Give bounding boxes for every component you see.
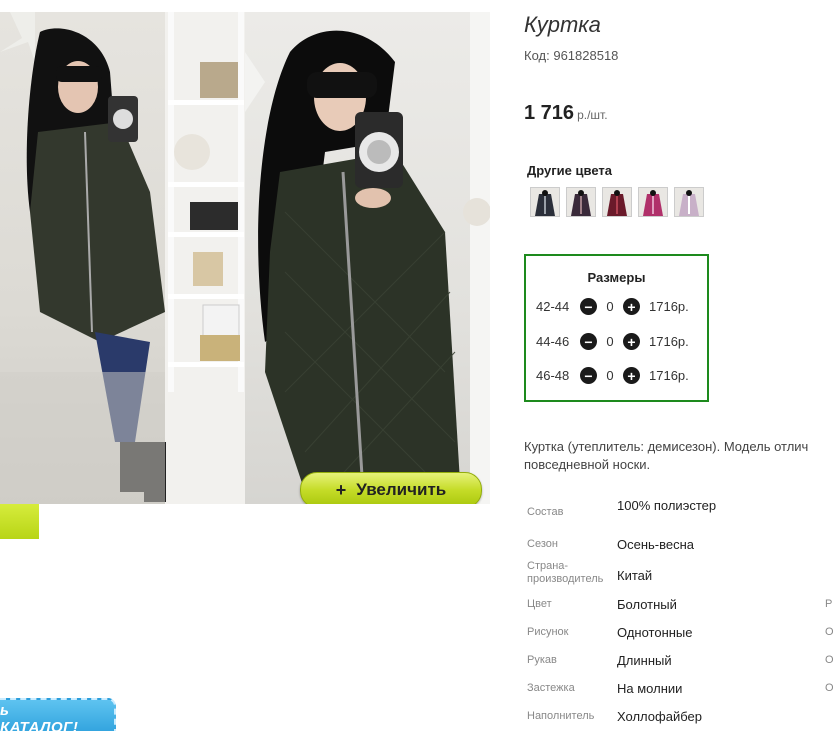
product-code: Код: 961828518 [524,48,618,63]
spec-label: Наполнитель [527,710,595,722]
plus-icon: + [335,479,347,500]
plus-circle-icon[interactable]: + [623,367,640,384]
spec-value: Болотный [617,597,677,612]
spec-label: Состав [527,506,564,518]
catalog-button[interactable]: ь КАТАЛОГ! [0,698,116,731]
spec-value: Длинный [617,653,672,668]
spec-value: На молнии [617,681,683,696]
color-swatch[interactable] [674,187,704,217]
spec-value: Однотонные [617,625,693,640]
color-swatch[interactable] [638,187,668,217]
spec-value: Холлофайбер [617,709,702,724]
plus-circle-icon[interactable]: + [623,298,640,315]
plus-circle-icon[interactable]: + [623,333,640,350]
spec-value: Осень-весна [617,537,695,552]
minus-circle-icon[interactable]: − [580,298,597,315]
spec-label: Застежка [527,682,575,694]
product-code-value: 961828518 [553,48,619,63]
size-label: 44-46 [536,334,570,349]
other-colors-title: Другие цвета [527,163,612,178]
photo-right-illustration [245,12,490,504]
price-unit: р./шт. [577,108,608,122]
sizes-panel: Размеры 42-44 − 0 + 1716р. 44-46 − 0 + 1… [524,254,709,402]
description-line: повседневной носки. [524,457,651,472]
color-swatch[interactable] [602,187,632,217]
size-row: 44-46 − 0 + 1716р. [536,333,689,350]
spec-label: Рисунок [527,626,569,638]
size-price: 1716р. [649,334,689,349]
product-price: 1 716 р./шт. [524,102,608,125]
size-quantity[interactable]: 0 [597,299,623,314]
product-photo[interactable]: + Увеличить [0,12,490,504]
spec-label: Страна-производитель [527,560,604,585]
spec-label: Рукав [527,654,557,666]
color-swatch[interactable] [530,187,560,217]
product-code-label: Код: [524,48,550,63]
size-price: 1716р. [649,299,689,314]
catalog-button-label: ь КАТАЛОГ! [0,702,79,731]
spec-extra: О [825,682,833,694]
spec-label: Цвет [527,598,552,610]
size-quantity[interactable]: 0 [597,334,623,349]
minus-circle-icon[interactable]: − [580,367,597,384]
side-green-button[interactable] [0,504,39,539]
photo-left-illustration [0,12,245,504]
spec-label: Сезон [527,538,558,550]
size-quantity[interactable]: 0 [597,368,623,383]
minus-circle-icon[interactable]: − [580,333,597,350]
product-photo-left [0,12,245,504]
spec-extra: О [825,626,833,638]
sizes-title: Размеры [587,270,646,285]
spec-value: 100% полиэстер [617,498,717,513]
spec-value: Китай [617,568,653,583]
color-swatches [530,187,704,217]
description-line: Куртка (утеплитель: демисезон). Модель о… [524,439,809,454]
spec-extra: Р [825,598,833,610]
zoom-button-label: Увеличить [356,480,447,499]
size-label: 42-44 [536,299,570,314]
size-row: 42-44 − 0 + 1716р. [536,298,689,315]
zoom-button[interactable]: + Увеличить [300,472,482,504]
spec-extra: О [825,654,833,666]
product-description: Куртка (утеплитель: демисезон). Модель о… [524,438,833,474]
price-value: 1 716 [524,102,575,124]
size-row: 46-48 − 0 + 1716р. [536,367,689,384]
color-swatch[interactable] [566,187,596,217]
size-price: 1716р. [649,368,689,383]
product-title: Куртка [524,12,601,37]
product-photo-right [245,12,490,504]
size-label: 46-48 [536,368,570,383]
